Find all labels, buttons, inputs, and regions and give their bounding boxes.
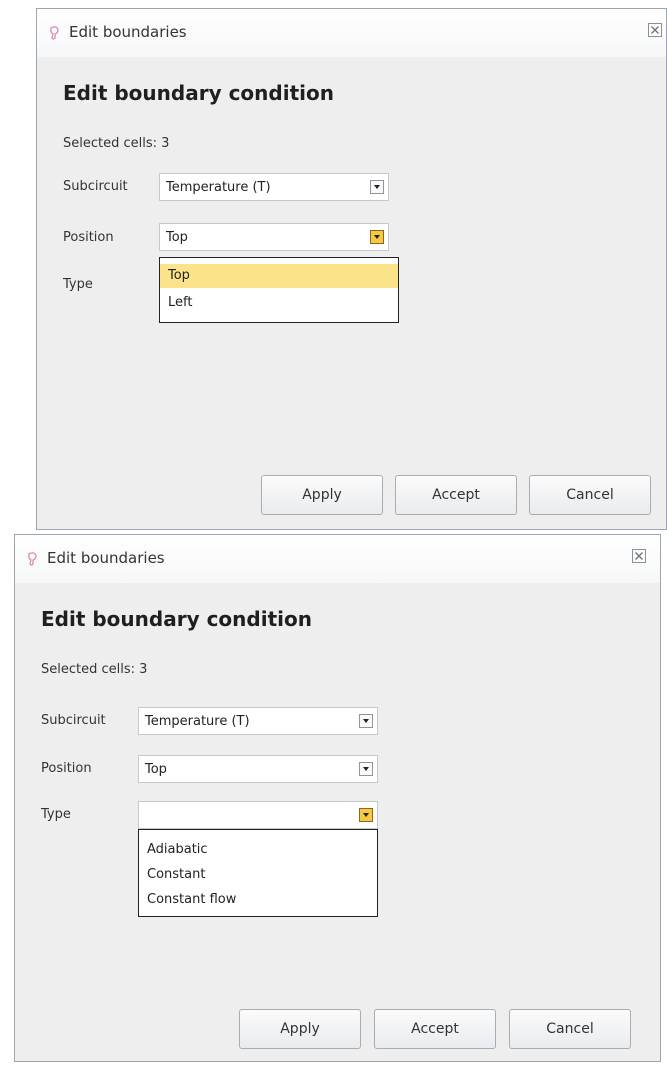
subcircuit-value: Temperature (T) (145, 714, 250, 729)
chevron-down-icon[interactable] (359, 762, 373, 776)
app-window-icon (28, 552, 37, 566)
type-dropdown-list: Adiabatic Constant Constant flow (138, 829, 378, 917)
dropdown-option-top[interactable]: Top (160, 264, 398, 288)
chevron-down-icon[interactable] (370, 230, 384, 244)
title-bar[interactable]: Edit boundaries (37, 9, 666, 57)
accept-button[interactable]: Accept (395, 475, 517, 515)
position-select[interactable]: Top (138, 755, 378, 783)
title-bar[interactable]: Edit boundaries (15, 535, 660, 583)
selected-cells-info: Selected cells: 3 (63, 136, 170, 151)
dropdown-option-constant-flow[interactable]: Constant flow (139, 888, 377, 912)
type-select[interactable] (138, 801, 378, 829)
apply-button[interactable]: Apply (261, 475, 383, 515)
chevron-down-icon[interactable] (370, 180, 384, 194)
selected-cells-info: Selected cells: 3 (41, 662, 148, 677)
subcircuit-value: Temperature (T) (166, 180, 271, 195)
position-label: Position (41, 761, 92, 776)
dialog-body: Edit boundary condition Selected cells: … (37, 57, 666, 529)
window-title: Edit boundaries (47, 549, 165, 567)
app-window-icon (50, 26, 59, 40)
subcircuit-select[interactable]: Temperature (T) (159, 173, 389, 201)
edit-boundaries-dialog-position-open: Edit boundaries Edit boundary condition … (36, 8, 667, 530)
position-value: Top (145, 762, 167, 777)
subcircuit-select[interactable]: Temperature (T) (138, 707, 378, 735)
position-value: Top (166, 230, 188, 245)
chevron-down-icon[interactable] (359, 714, 373, 728)
close-icon[interactable] (632, 549, 646, 563)
position-select[interactable]: Top (159, 223, 389, 251)
subcircuit-label: Subcircuit (63, 179, 128, 194)
accept-button[interactable]: Accept (374, 1009, 496, 1049)
window-title: Edit boundaries (69, 23, 187, 41)
close-icon[interactable] (648, 23, 662, 37)
dropdown-option-left[interactable]: Left (160, 291, 398, 315)
dialog-heading: Edit boundary condition (63, 81, 334, 105)
edit-boundaries-dialog-type-open: Edit boundaries Edit boundary condition … (14, 534, 661, 1062)
apply-button[interactable]: Apply (239, 1009, 361, 1049)
dialog-heading: Edit boundary condition (41, 607, 312, 631)
cancel-button[interactable]: Cancel (529, 475, 651, 515)
cancel-button[interactable]: Cancel (509, 1009, 631, 1049)
type-label: Type (41, 807, 71, 822)
position-label: Position (63, 230, 114, 245)
subcircuit-label: Subcircuit (41, 713, 106, 728)
dialog-body: Edit boundary condition Selected cells: … (15, 583, 660, 1061)
position-dropdown-list: Top Left (159, 257, 399, 323)
chevron-down-icon[interactable] (359, 808, 373, 822)
dropdown-option-adiabatic[interactable]: Adiabatic (139, 838, 377, 862)
dropdown-option-constant[interactable]: Constant (139, 863, 377, 887)
type-label: Type (63, 277, 93, 292)
